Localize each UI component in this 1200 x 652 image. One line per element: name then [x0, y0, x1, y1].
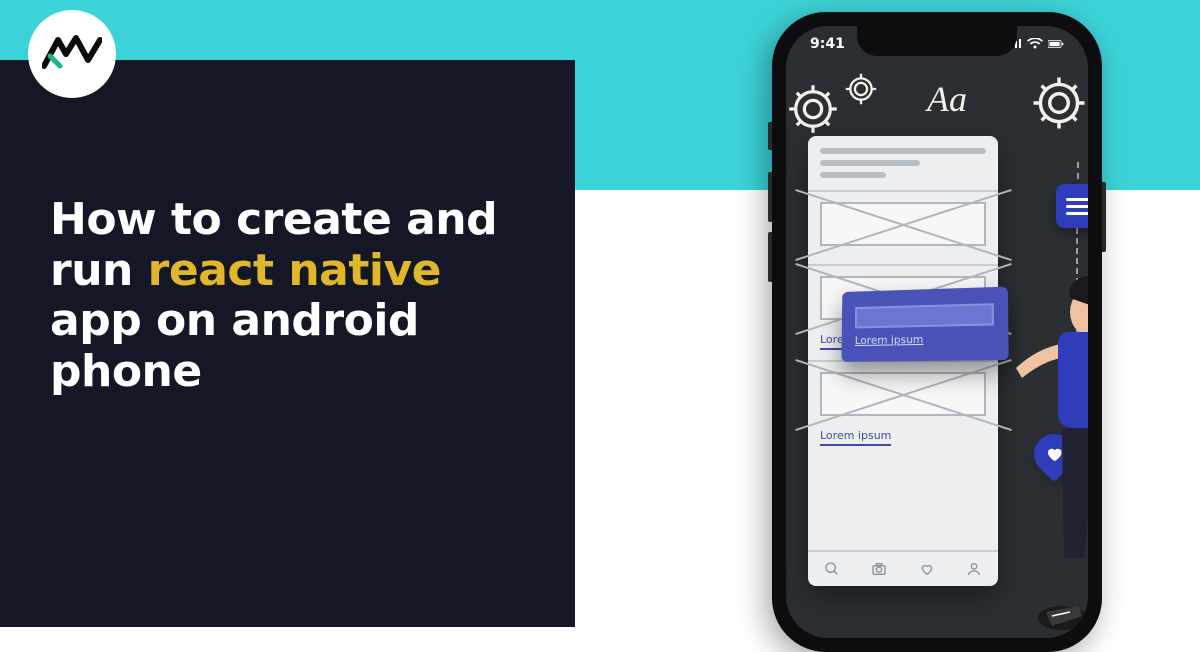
battery-icon	[1048, 38, 1064, 50]
wireframe-bar	[820, 148, 986, 154]
user-icon	[966, 561, 982, 577]
phone-notch	[857, 26, 1017, 56]
headline-line1: How to create and	[50, 194, 497, 245]
phone-mockup: 9:41 Aa	[772, 12, 1102, 652]
gear-icon	[786, 82, 840, 136]
floating-card: Lorem ipsum	[841, 287, 1008, 362]
camera-icon	[871, 561, 887, 577]
gear-icon	[842, 70, 880, 108]
phone-volume-down	[768, 232, 772, 282]
headline-line3: app on android	[50, 295, 419, 346]
typography-aa-label: Aa	[927, 78, 967, 120]
placeholder-text: Lorem ipsum	[820, 429, 891, 446]
brand-logo	[28, 10, 116, 98]
heart-icon	[919, 561, 935, 577]
wifi-icon	[1027, 38, 1043, 50]
phone-volume-up	[768, 172, 772, 222]
gear-icon	[1030, 74, 1088, 132]
wireframe-bar	[820, 172, 886, 178]
phone-power-button	[1102, 182, 1106, 252]
wireframe-row	[808, 190, 998, 264]
illustration-scene: Aa Lorem ipsum	[796, 74, 1078, 628]
headline-line4: phone	[50, 346, 202, 397]
menu-icon-badge	[1056, 184, 1088, 228]
status-time: 9:41	[810, 36, 845, 52]
headline-line2-before: run	[50, 245, 148, 296]
wireframe-image-placeholder	[820, 202, 986, 246]
wireframe-image-placeholder	[820, 372, 986, 416]
phone-mute-switch	[768, 122, 772, 150]
headline-title: How to create and run react native app o…	[50, 195, 550, 397]
headline-highlight: react native	[148, 245, 441, 296]
person-illustration	[1012, 274, 1088, 638]
card-placeholder-text: Lorem ipsum	[855, 331, 994, 346]
card-image-placeholder	[855, 303, 994, 328]
wireframe-bottom-nav	[808, 550, 998, 586]
wireframe-row: Lorem ipsum	[808, 360, 998, 456]
logo-mark-icon	[42, 34, 102, 74]
phone-screen: 9:41 Aa	[786, 26, 1088, 638]
wireframe-bar	[820, 160, 920, 166]
wireframe-header	[808, 136, 998, 190]
person-figure-icon	[1012, 274, 1088, 638]
search-icon	[824, 561, 840, 577]
